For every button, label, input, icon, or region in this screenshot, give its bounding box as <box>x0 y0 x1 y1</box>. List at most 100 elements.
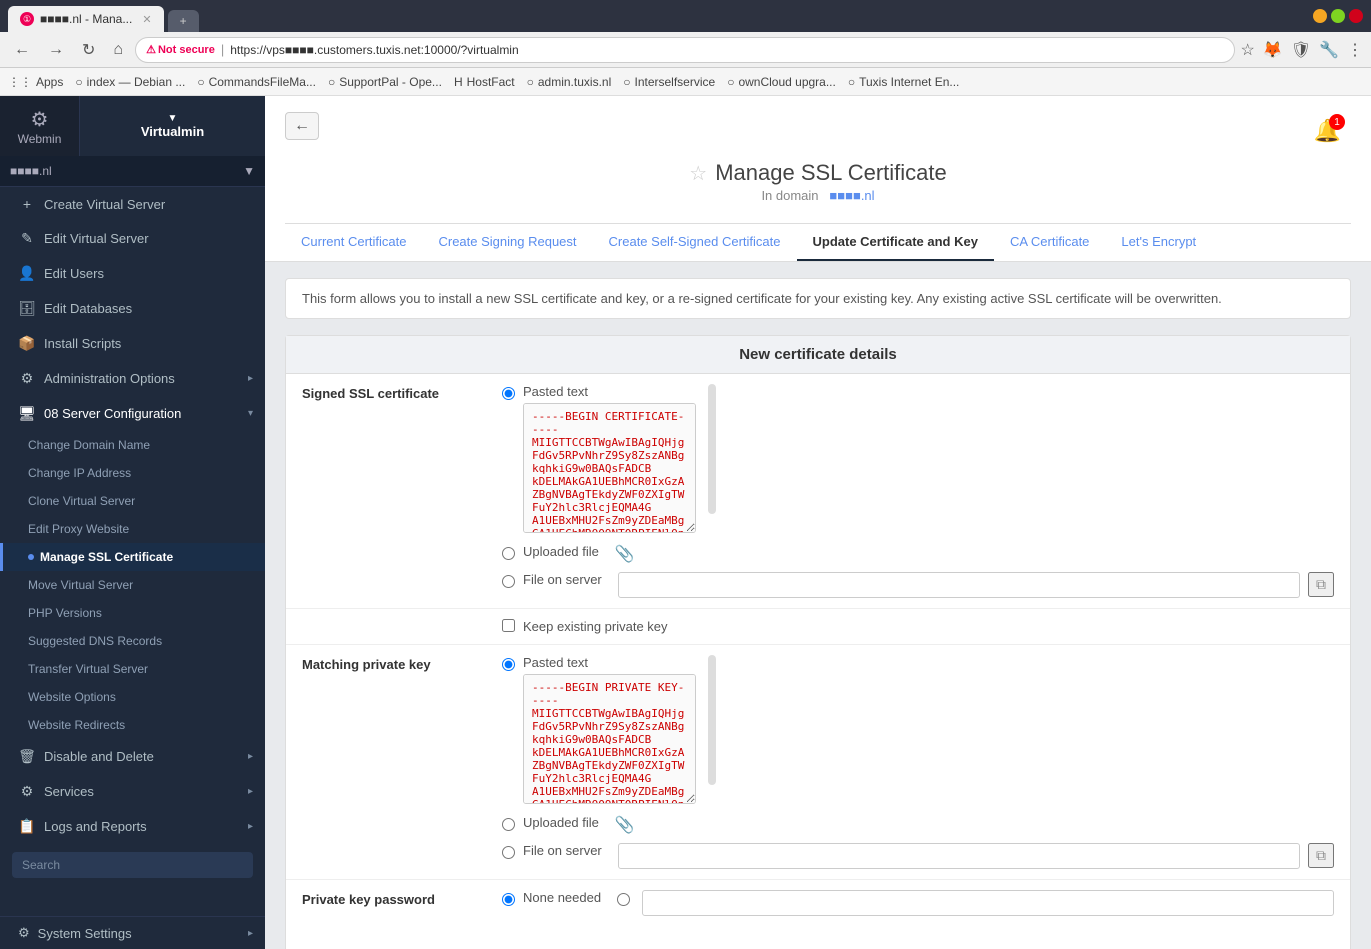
sidebar-sub-suggested-dns-records[interactable]: Suggested DNS Records <box>0 627 265 655</box>
sidebar-item-create-virtual-server[interactable]: + Create Virtual Server <box>0 187 265 221</box>
tab-current-certificate[interactable]: Current Certificate <box>285 224 422 261</box>
extension-icon-3[interactable]: 🔧 <box>1319 40 1339 60</box>
key-pasted-text-radio[interactable] <box>502 658 515 671</box>
bookmark-index[interactable]: ○ index — Debian ... <box>75 75 185 89</box>
active-tab[interactable]: ① ■■■■.nl - Mana... ✕ <box>8 6 164 32</box>
bookmark-owncloud[interactable]: ○ ownCloud upgra... <box>727 75 836 89</box>
bookmark-admin-tuxis[interactable]: ○ admin.tuxis.nl <box>527 75 612 89</box>
browser-window: ① ■■■■.nl - Mana... ✕ + ← → ↻ ⌂ ⚠ Not se… <box>0 0 1371 949</box>
key-file-on-server-input[interactable] <box>618 843 1300 869</box>
sidebar-sub-transfer-virtual-server[interactable]: Transfer Virtual Server <box>0 655 265 683</box>
keep-existing-key-label: Keep existing private key <box>523 619 668 634</box>
close-button[interactable] <box>1349 9 1363 23</box>
back-navigation-button[interactable]: ← <box>285 112 319 140</box>
sidebar-sub-edit-proxy-website[interactable]: Edit Proxy Website <box>0 515 265 543</box>
sidebar-sub-move-virtual-server[interactable]: Move Virtual Server <box>0 571 265 599</box>
password-radio[interactable] <box>617 893 630 906</box>
sidebar-admin-label: Administration Options <box>44 371 240 386</box>
bookmark-apps[interactable]: ⋮⋮ Apps <box>8 75 63 89</box>
form-panel-title: New certificate details <box>286 336 1350 374</box>
bookmark-hostfact[interactable]: H HostFact <box>454 75 515 89</box>
file-on-server-input[interactable] <box>618 572 1300 598</box>
tab-update-certificate-key[interactable]: Update Certificate and Key <box>797 224 994 261</box>
sidebar-header: ⚙ Webmin ▼ Virtualmin <box>0 96 265 156</box>
private-key-password-cell: None needed <box>486 880 1350 927</box>
sidebar-disable-label: Disable and Delete <box>44 749 240 764</box>
disable-icon: 🗑 <box>18 748 36 765</box>
sidebar-create-label: Create Virtual Server <box>44 197 253 212</box>
tab-ca-certificate[interactable]: CA Certificate <box>994 224 1105 261</box>
favorite-star-icon[interactable]: ☆ <box>689 161 707 186</box>
extension-icon-1[interactable]: 🦊 <box>1263 40 1283 60</box>
sidebar-sub-website-options[interactable]: Website Options <box>0 683 265 711</box>
sidebar-item-edit-virtual-server[interactable]: ✎ Edit Virtual Server <box>0 221 265 256</box>
key-file-on-server-label: File on server <box>523 843 602 858</box>
sidebar-item-system-settings[interactable]: ⚙ System Settings ▸ <box>0 916 265 949</box>
tab-create-self-signed[interactable]: Create Self-Signed Certificate <box>593 224 797 261</box>
sidebar-search-input[interactable] <box>12 852 253 878</box>
sidebar-search-container <box>0 844 265 886</box>
bookmark-tuxis[interactable]: ○ Tuxis Internet En... <box>848 75 960 89</box>
keep-existing-key-checkbox[interactable] <box>502 619 515 632</box>
sidebar-item-install-scripts[interactable]: 📦 Install Scripts <box>0 326 265 361</box>
home-button[interactable]: ⌂ <box>107 39 129 61</box>
copy-path-button[interactable]: ⧉ <box>1308 572 1334 597</box>
sidebar-item-services[interactable]: ⚙ Services ▸ <box>0 774 265 809</box>
webmin-button[interactable]: ⚙ Webmin <box>0 96 80 156</box>
server-config-icon: 🖥 <box>18 405 36 422</box>
file-on-server-radio[interactable] <box>502 575 515 588</box>
star-icon[interactable]: ☆ <box>1241 40 1255 60</box>
sidebar-item-server-configuration[interactable]: 🖥 08 Server Configuration ▾ <box>0 396 265 431</box>
matching-private-key-cell: Pasted text -----BEGIN PRIVATE KEY----- … <box>486 645 1350 880</box>
certificate-tabs: Current Certificate Create Signing Reque… <box>285 223 1351 261</box>
address-bar[interactable]: ⚠ Not secure | https://vps■■■■.customers… <box>135 37 1234 63</box>
sidebar-sub-clone-virtual-server[interactable]: Clone Virtual Server <box>0 487 265 515</box>
private-key-password-label: Private key password <box>286 880 486 927</box>
domain-selector[interactable]: ■■■■.nl ▼ <box>0 156 265 187</box>
admin-arrow-icon: ▸ <box>248 373 253 384</box>
virtualmin-button[interactable]: ▼ Virtualmin <box>80 96 265 156</box>
sidebar-sub-change-ip-address[interactable]: Change IP Address <box>0 459 265 487</box>
sidebar-sub-manage-ssl-certificate[interactable]: Manage SSL Certificate <box>0 543 265 571</box>
sidebar-item-administration-options[interactable]: ⚙ Administration Options ▸ <box>0 361 265 396</box>
key-file-on-server-radio[interactable] <box>502 846 515 859</box>
sidebar-logs-label: Logs and Reports <box>44 819 240 834</box>
domain-name: ■■■■.nl <box>10 164 52 178</box>
disable-arrow-icon: ▸ <box>248 751 253 762</box>
key-copy-path-button[interactable]: ⧉ <box>1308 843 1334 868</box>
sidebar-item-edit-databases[interactable]: 🗄 Edit Databases <box>0 291 265 326</box>
key-uploaded-file-radio[interactable] <box>502 818 515 831</box>
form-table: Signed SSL certificate Pasted text <box>286 374 1350 926</box>
sidebar-item-disable-delete[interactable]: 🗑 Disable and Delete ▸ <box>0 739 265 774</box>
certificate-textarea[interactable]: -----BEGIN CERTIFICATE----- MIIGTTCCBTWg… <box>523 403 696 533</box>
sidebar-system-settings-label: System Settings <box>38 926 240 941</box>
inactive-tab[interactable]: + <box>168 10 199 32</box>
uploaded-file-radio[interactable] <box>502 547 515 560</box>
tab-create-signing-request[interactable]: Create Signing Request <box>422 224 592 261</box>
forward-button[interactable]: → <box>42 39 70 61</box>
sidebar-sub-website-redirects[interactable]: Website Redirects <box>0 711 265 739</box>
bookmark-interselfservice[interactable]: ○ Interselfservice <box>623 75 715 89</box>
extension-icon-2[interactable]: 🛡 <box>1291 40 1311 60</box>
sidebar-item-edit-users[interactable]: 👤 Edit Users <box>0 256 265 291</box>
bookmark-commands[interactable]: ○ CommandsFileMa... <box>197 75 316 89</box>
menu-icon[interactable]: ⋮ <box>1347 40 1363 60</box>
sidebar-item-logs-reports[interactable]: 📋 Logs and Reports ▸ <box>0 809 265 844</box>
pasted-text-radio[interactable] <box>502 387 515 400</box>
back-button[interactable]: ← <box>8 39 36 61</box>
private-key-textarea[interactable]: -----BEGIN PRIVATE KEY----- MIIGTTCCBTWg… <box>523 674 696 804</box>
tab-lets-encrypt[interactable]: Let's Encrypt <box>1105 224 1212 261</box>
services-arrow-icon: ▸ <box>248 786 253 797</box>
sidebar-sub-change-domain-name[interactable]: Change Domain Name <box>0 431 265 459</box>
sidebar-sub-php-versions[interactable]: PHP Versions <box>0 599 265 627</box>
tab-close-button[interactable]: ✕ <box>142 13 151 26</box>
reload-button[interactable]: ↻ <box>76 38 101 62</box>
minimize-button[interactable] <box>1313 9 1327 23</box>
maximize-button[interactable] <box>1331 9 1345 23</box>
page-title-area: ☆ Manage SSL Certificate In domain ■■■■.… <box>285 150 1351 213</box>
bookmark-supportpal[interactable]: ○ SupportPal - Ope... <box>328 75 442 89</box>
bookmarks-bar: ⋮⋮ Apps ○ index — Debian ... ○ CommandsF… <box>0 68 1371 96</box>
none-needed-radio[interactable] <box>502 893 515 906</box>
password-input[interactable] <box>642 890 1334 916</box>
sidebar-server-config-label: 08 Server Configuration <box>44 406 240 421</box>
